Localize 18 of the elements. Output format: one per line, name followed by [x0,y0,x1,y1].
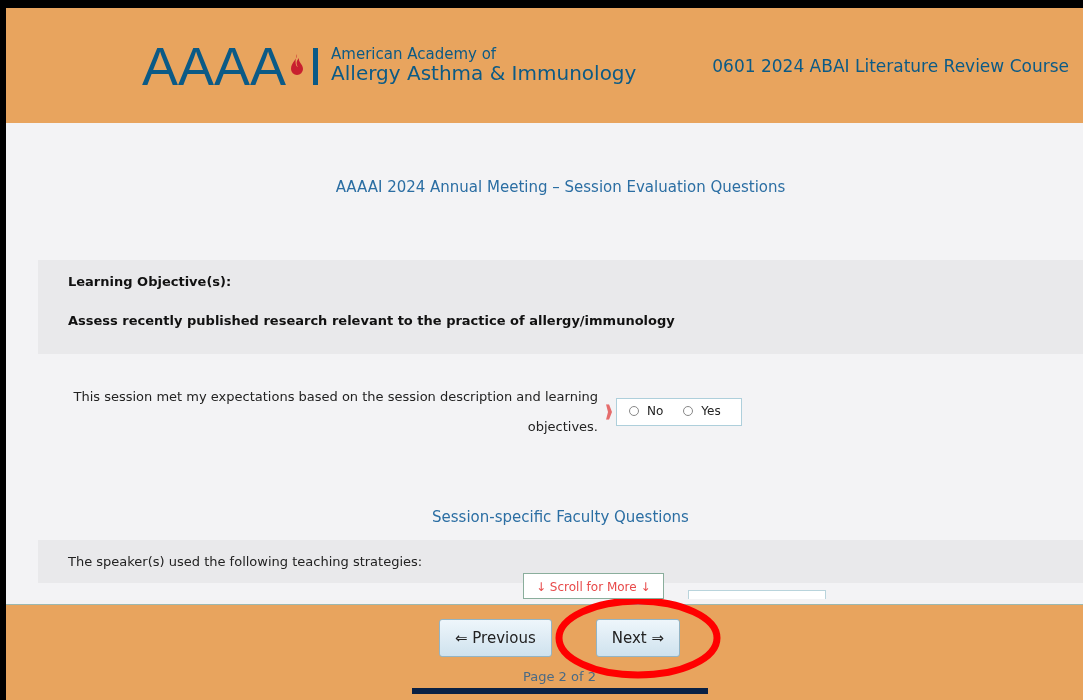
scroll-hint: ↓ Scroll for More ↓ [523,573,664,599]
logo-text: Allergy Asthma & Immunology [331,62,637,84]
logo-mark: AAAA I [142,38,324,93]
radio-group[interactable]: No Yes [616,398,742,426]
input-field[interactable] [688,590,826,599]
objective-text: Assess recently published research relevant to the practice of allergy/immunology [68,313,676,328]
previous-button[interactable]: ⇐ Previous [439,619,552,657]
radio-option[interactable]: Yes [683,404,721,418]
objectives-label: Learning Objective(s): [68,274,233,289]
next-button[interactable]: Next ⇒ [595,619,680,657]
prompt-text: The speaker(s) used the following teaching strategies: [68,554,423,569]
section-title: Session-specific Faculty Questions [431,508,690,526]
page-indicator: Page 2 of 2 [523,669,596,684]
course-title: 0601 2024 ABAI Literature Review Course [712,55,1069,76]
question-text: This session met my expectations based on the session description and learning objectives. [72,388,598,436]
radio-option[interactable]: No [629,404,664,418]
form-title: AAAAI 2024 Annual Meeting – Session Evaluation Questions [334,178,787,196]
logo-text: American Academy of [331,47,498,63]
